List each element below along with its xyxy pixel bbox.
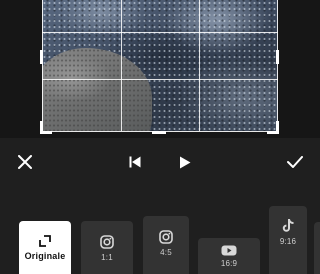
confirm-button[interactable] bbox=[282, 149, 308, 175]
expand-icon bbox=[39, 235, 51, 247]
aspect-option-label: 9:16 bbox=[279, 237, 297, 246]
instagram-icon bbox=[100, 235, 114, 249]
aspect-option-label: 16:9 bbox=[220, 259, 238, 268]
crop-handle-left[interactable] bbox=[40, 50, 43, 64]
aspect-option-label: 4:5 bbox=[160, 248, 172, 257]
crop-handle-right[interactable] bbox=[276, 50, 279, 64]
play-button[interactable] bbox=[172, 149, 198, 175]
skip-previous-icon bbox=[129, 156, 141, 168]
crop-preview[interactable] bbox=[0, 0, 320, 138]
aspect-option-9-16[interactable]: 9:16 bbox=[269, 206, 307, 274]
aspect-option-label: 1:1 bbox=[101, 253, 113, 262]
aspect-option-4-5[interactable]: 4:5 bbox=[143, 216, 189, 274]
instagram-icon bbox=[159, 230, 173, 244]
aspect-option-partial[interactable] bbox=[314, 222, 320, 274]
aspect-option-16-9[interactable]: 16:9 bbox=[198, 238, 260, 274]
crop-frame[interactable] bbox=[42, 0, 278, 132]
crop-handle-bottom-right[interactable] bbox=[267, 131, 279, 134]
youtube-icon bbox=[221, 245, 237, 256]
aspect-option-originale[interactable]: Originale bbox=[19, 221, 71, 274]
close-icon bbox=[18, 155, 32, 169]
tiktok-icon bbox=[282, 219, 294, 232]
cancel-button[interactable] bbox=[12, 149, 38, 175]
checkmark-icon bbox=[287, 156, 303, 168]
aspect-option-1-1[interactable]: 1:1 bbox=[81, 221, 133, 274]
previous-button[interactable] bbox=[122, 149, 148, 175]
play-icon bbox=[180, 156, 191, 168]
crop-handle-bottom-left[interactable] bbox=[40, 131, 52, 134]
crop-handle-bottom[interactable] bbox=[152, 131, 166, 134]
aspect-option-label: Originale bbox=[24, 251, 66, 261]
